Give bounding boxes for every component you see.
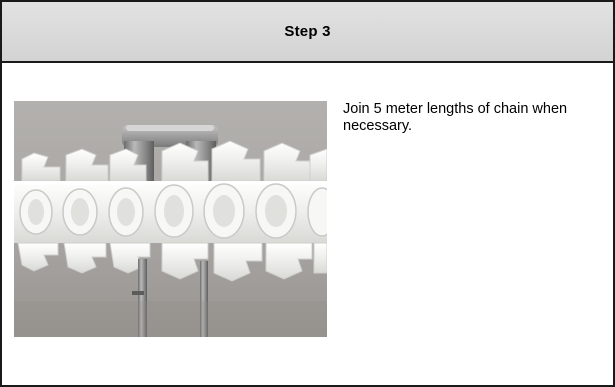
step-header: Step 3 — [2, 2, 613, 63]
step-instruction: Join 5 meter lengths of chain when neces… — [343, 101, 568, 134]
step-title: Step 3 — [284, 23, 331, 40]
chain-joining-photo — [14, 101, 327, 337]
step-card: Step 3 Join 5 meter lengths of chain whe… — [0, 0, 615, 387]
